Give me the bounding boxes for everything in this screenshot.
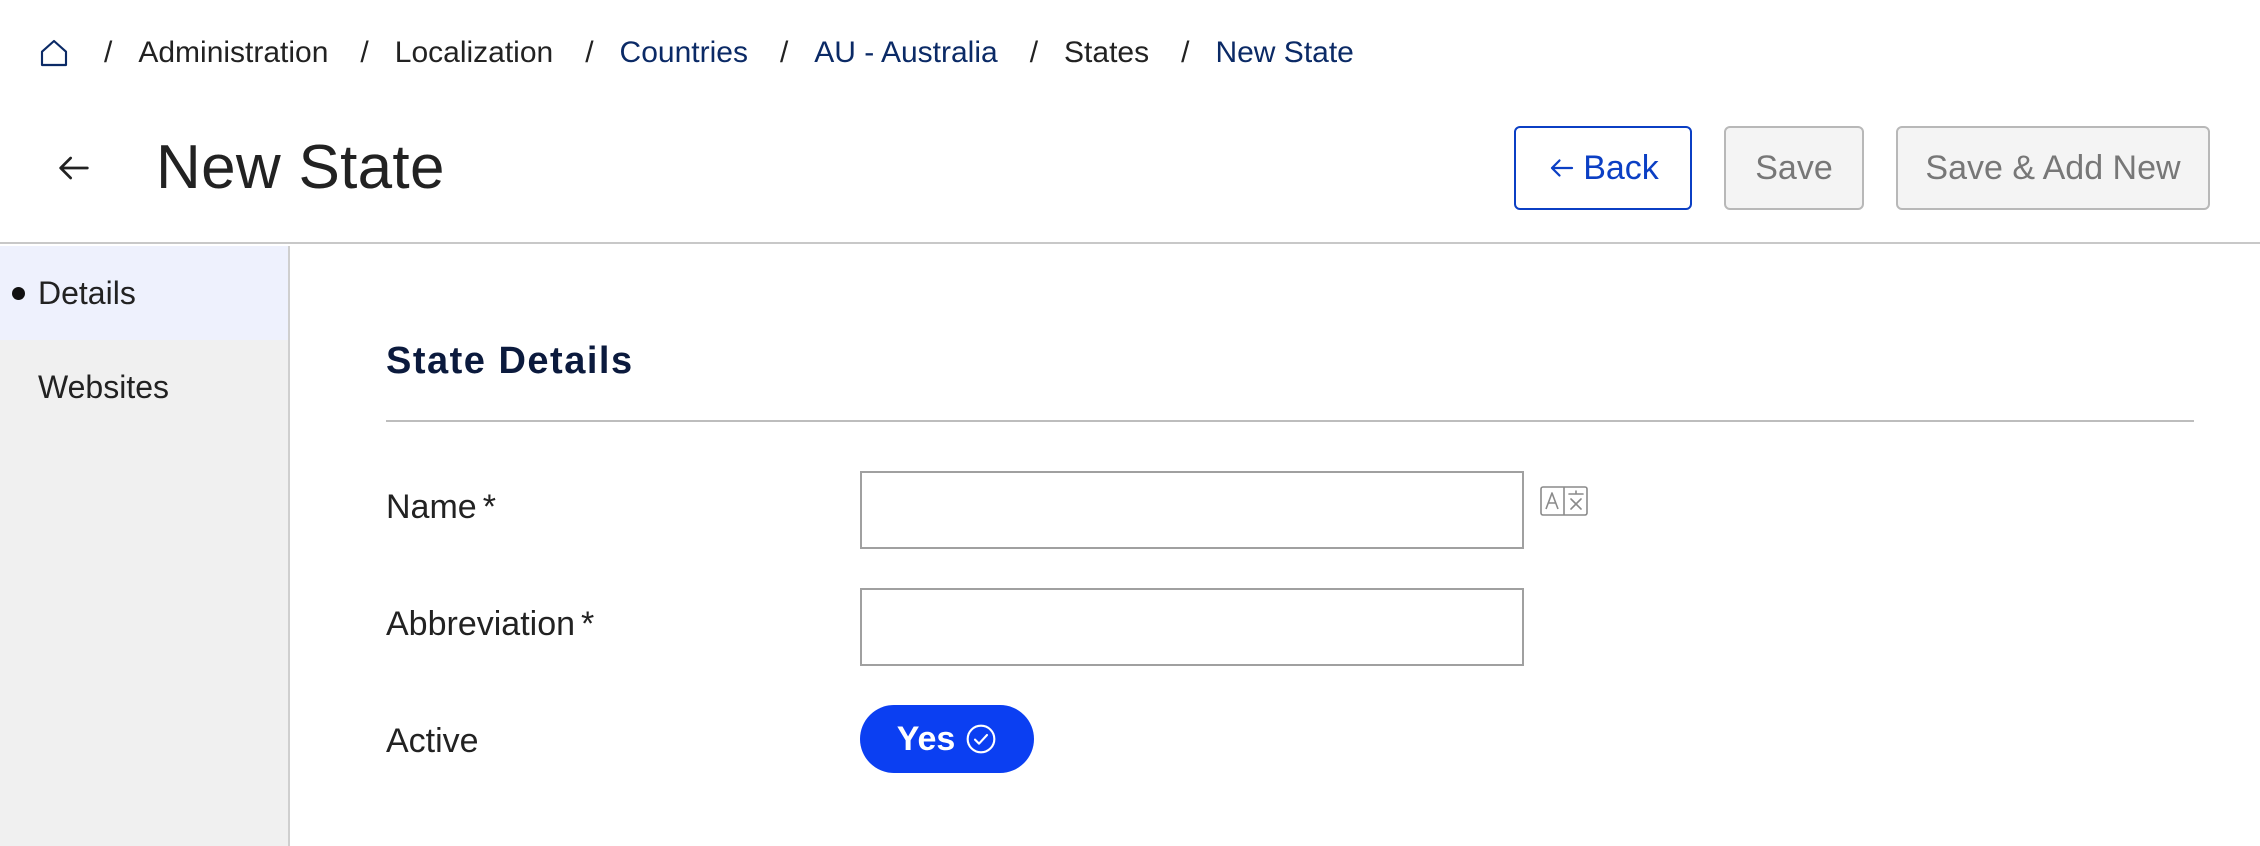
sidebar-item-label: Websites bbox=[38, 368, 170, 405]
arrow-left-icon[interactable] bbox=[54, 148, 94, 188]
breadcrumb-new-state[interactable]: New State bbox=[1215, 36, 1353, 70]
save-and-add-new-button-label: Save & Add New bbox=[1925, 148, 2181, 187]
breadcrumb-administration: Administration bbox=[138, 36, 329, 69]
abbreviation-input[interactable] bbox=[860, 588, 1524, 666]
breadcrumb-states: States bbox=[1064, 36, 1150, 69]
main-content: State Details Name * Abbreviation * Acti… bbox=[292, 246, 2260, 846]
breadcrumb-localization: Localization bbox=[394, 36, 554, 69]
arrow-left-icon bbox=[1551, 159, 1574, 177]
required-mark: * bbox=[482, 488, 496, 526]
abbreviation-label: Abbreviation * bbox=[386, 605, 594, 644]
abbreviation-label-text: Abbreviation bbox=[386, 605, 576, 643]
save-and-add-new-button[interactable]: Save & Add New bbox=[1896, 126, 2210, 210]
breadcrumb-separator: / bbox=[104, 36, 113, 69]
section-divider bbox=[386, 420, 2194, 422]
active-label: Active bbox=[386, 722, 479, 761]
breadcrumb-separator: / bbox=[585, 36, 594, 69]
breadcrumb-separator: / bbox=[1029, 36, 1039, 69]
active-indicator bbox=[12, 287, 25, 300]
active-toggle-label: Yes bbox=[896, 719, 956, 758]
back-button[interactable]: Back bbox=[1514, 126, 1692, 210]
save-button[interactable]: Save bbox=[1724, 126, 1864, 210]
sidebar-item-websites[interactable]: Websites bbox=[0, 340, 288, 434]
name-label: Name * bbox=[386, 488, 496, 527]
sidebar-item-details[interactable]: Details bbox=[0, 246, 288, 340]
name-input[interactable] bbox=[860, 471, 1524, 549]
sidebar: Details Websites bbox=[0, 246, 290, 846]
name-label-text: Name bbox=[386, 488, 477, 526]
active-toggle[interactable]: Yes bbox=[860, 705, 1034, 773]
breadcrumb-au-australia[interactable]: AU - Australia bbox=[814, 36, 997, 70]
breadcrumb-countries[interactable]: Countries bbox=[620, 36, 748, 70]
check-circle-icon bbox=[966, 724, 996, 754]
translate-icon[interactable] bbox=[1540, 486, 1588, 516]
home-icon[interactable] bbox=[36, 35, 72, 71]
breadcrumb: / Administration / Localization / Countr… bbox=[36, 30, 1354, 76]
required-mark: * bbox=[581, 605, 595, 643]
back-button-label: Back bbox=[1583, 148, 1659, 187]
sidebar-item-label: Details bbox=[38, 274, 136, 311]
section-title: State Details bbox=[386, 340, 634, 382]
breadcrumb-separator: / bbox=[1181, 36, 1190, 69]
save-button-label: Save bbox=[1755, 148, 1833, 187]
breadcrumb-separator: / bbox=[360, 36, 369, 69]
active-label-text: Active bbox=[386, 722, 479, 760]
page-title: New State bbox=[156, 133, 445, 202]
page-header: New State Back Save Save & Add New bbox=[0, 110, 2260, 244]
breadcrumb-separator: / bbox=[779, 36, 789, 69]
